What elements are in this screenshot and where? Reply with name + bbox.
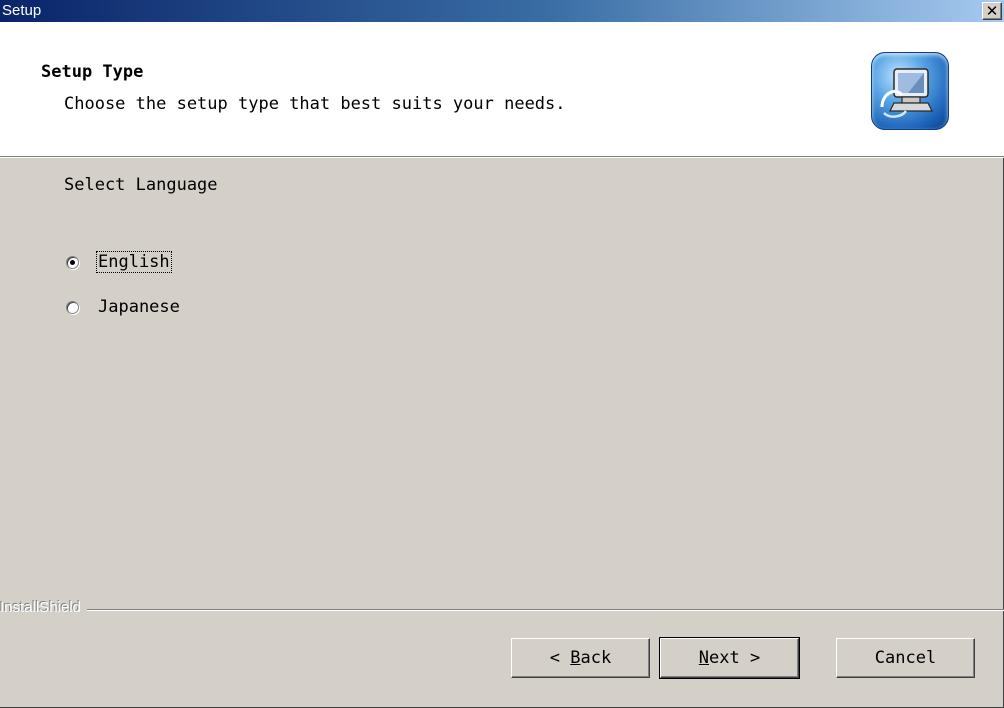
next-button[interactable]: Next >: [659, 637, 800, 679]
japanese-label[interactable]: Japanese: [97, 297, 181, 317]
cancel-button[interactable]: Cancel: [836, 638, 975, 678]
setup-window: Setup ✕ Setup Type Choose the setup type…: [0, 0, 1004, 708]
installshield-computer-icon: [871, 52, 949, 130]
next-mnemonic: N: [698, 648, 710, 668]
window-title: Setup: [2, 2, 42, 19]
language-option-japanese[interactable]: Japanese: [66, 297, 181, 317]
back-prefix: <: [549, 648, 571, 668]
back-mnemonic: B: [570, 648, 581, 668]
header-divider-highlight: [0, 157, 1004, 158]
installshield-brand: InstallShield: [0, 599, 87, 616]
english-label[interactable]: English: [96, 251, 172, 273]
footer-divider-highlight: [0, 610, 1004, 611]
back-rest: ack: [580, 648, 612, 668]
select-language-label: Select Language: [64, 175, 218, 195]
page-title: Setup Type: [41, 62, 144, 82]
japanese-radio[interactable]: [66, 300, 79, 314]
close-button[interactable]: ✕: [982, 2, 1002, 20]
close-icon: ✕: [985, 1, 999, 20]
page-subtitle: Choose the setup type that best suits yo…: [64, 94, 566, 114]
language-option-english[interactable]: English: [66, 251, 172, 273]
title-bar[interactable]: Setup ✕: [0, 0, 1004, 22]
english-radio[interactable]: [66, 255, 79, 269]
next-rest: ext >: [709, 648, 761, 668]
back-button[interactable]: < Back: [511, 638, 650, 678]
header-panel: [0, 22, 1004, 156]
